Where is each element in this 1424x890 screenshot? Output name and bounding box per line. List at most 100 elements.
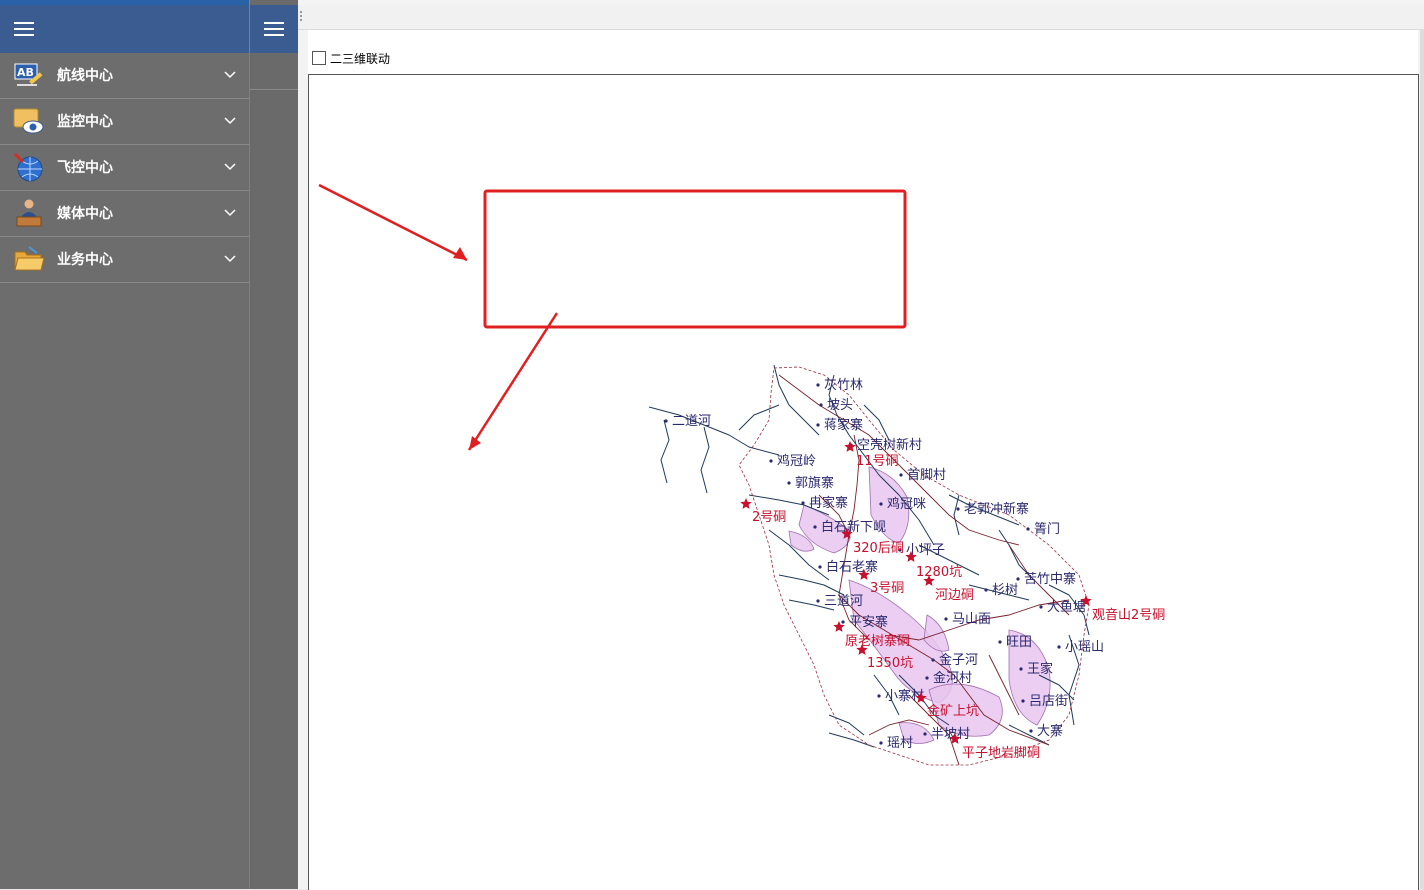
sidebar: AB 航线中心 监控中心 飞控中心 媒体中心 业务中心 (0, 0, 249, 889)
svg-text:AB: AB (17, 66, 34, 79)
place-label: 蒋家寨 (824, 417, 863, 433)
mine-label: 2号硐 (752, 510, 786, 525)
place-label: 白石新下岘 (821, 519, 886, 535)
place-dot (899, 473, 903, 477)
place-dot (998, 640, 1002, 644)
place-dot (769, 459, 773, 463)
place-dot (1026, 527, 1030, 531)
map-canvas[interactable]: 灰竹林坡头蒋家寨 二道河空壳树新村鸡冠岭首脚村郭旗寨冉家寨 鸡冠咪 老郭冲新寨白石新下… (309, 75, 1418, 890)
place-dot (1039, 605, 1043, 609)
place-label: 杉树 (992, 583, 1018, 598)
sidebar-menu: AB 航线中心 监控中心 飞控中心 媒体中心 业务中心 (0, 53, 249, 283)
menu-toggle-icon[interactable] (264, 22, 284, 36)
mine-label: 320后硐 (853, 541, 904, 556)
ab-pencil-icon: AB (14, 63, 43, 86)
place-dot (923, 732, 927, 736)
place-label: 吕店街 (1029, 694, 1068, 709)
mine-star-icon[interactable] (844, 441, 856, 452)
sync-2d-3d-label: 二三维联动 (330, 51, 391, 66)
place-label: 箐门 (1034, 522, 1060, 537)
place-label: 二道河 (672, 414, 711, 429)
sidebar-item-label: 监控中心 (57, 114, 113, 130)
sidebar-item-business-center[interactable]: 业务中心 (0, 237, 249, 283)
mine-label: 原老树寨硐 (845, 633, 910, 649)
place-label: 郭旗寨 (795, 475, 834, 491)
place-dot (956, 507, 960, 511)
place-label: 大鱼塘 (1047, 599, 1086, 615)
sidebar-item-label: 业务中心 (57, 252, 113, 268)
main-content: 二三维联动 灰竹林 坡头 蒋家寨 二道河 空壳树新村 鸡冠岭 首脚村 郭旗寨 冉… (298, 0, 1424, 890)
place-dot (1016, 577, 1020, 581)
toolbar (298, 5, 1424, 30)
place-label: 平安寨 (849, 614, 888, 630)
scrollbar[interactable] (1420, 29, 1424, 889)
chevron-down-icon (224, 255, 236, 263)
place-dot (664, 419, 668, 423)
place-dot (813, 525, 817, 529)
highlight-box (483, 189, 907, 329)
mine-label: 1350坑 (867, 656, 913, 671)
place-label: 金河村 (933, 670, 972, 686)
sidebar-item-route-center[interactable]: AB 航线中心 (0, 53, 249, 99)
place-dot (819, 403, 823, 407)
folder-icon (14, 246, 45, 271)
place-label: 白石老寨 (826, 559, 878, 575)
chevron-down-icon (224, 163, 236, 171)
mine-label: 观音山2号硐 (1092, 607, 1165, 623)
sidebar-item-media-center[interactable]: 媒体中心 (0, 191, 249, 237)
drag-handle-icon[interactable] (300, 11, 303, 25)
place-label: 王家 (1027, 661, 1053, 677)
mine-label: 11号硐 (856, 454, 899, 469)
arrow-head (469, 436, 481, 450)
menu-toggle-icon[interactable] (14, 22, 34, 36)
sync-2d-3d-toggle[interactable]: 二三维联动 (312, 50, 390, 66)
place-dot (1057, 645, 1061, 649)
place-dot (879, 741, 883, 745)
place-dot (925, 676, 929, 680)
place-dot (879, 502, 883, 506)
place-label: 首脚村 (907, 467, 946, 483)
place-label: 冉家寨 (809, 495, 848, 511)
mine-label: 河边硐 (935, 588, 974, 603)
sync-2d-3d-checkbox[interactable] (312, 51, 326, 65)
divider (250, 89, 299, 90)
place-label: 金子河 (939, 652, 978, 668)
place-label: 三道河 (824, 594, 863, 609)
place-label: 旺田 (1006, 635, 1032, 650)
place-dot (816, 383, 820, 387)
place-label: 苦竹中寨 (1024, 571, 1076, 587)
mine-label: 3号硐 (870, 581, 904, 596)
sidebar-item-monitor-center[interactable]: 监控中心 (0, 99, 249, 145)
place-dot (931, 658, 935, 662)
place-label: 鸡冠岭 (777, 453, 816, 469)
place-label: 瑶村 (887, 736, 913, 751)
sidebar-header (0, 5, 249, 53)
mine-star-icon[interactable] (740, 498, 752, 509)
annotation-overlay (318, 183, 907, 451)
place-label: 老郭冲新寨 (964, 501, 1029, 517)
arrow-line (467, 312, 559, 451)
mine-label: 平子地岩脚硐 (962, 745, 1040, 761)
place-label: 空壳树新村 (857, 437, 922, 453)
chevron-down-icon (224, 117, 236, 125)
place-label: 小瑶山 (1065, 640, 1104, 655)
sidebar-item-label: 媒体中心 (57, 206, 113, 222)
place-label: 鸡冠咪 (887, 496, 926, 512)
place-dot (1021, 699, 1025, 703)
place-label: 灰竹林 (824, 378, 863, 393)
sidebar-item-flight-control-center[interactable]: 飞控中心 (0, 145, 249, 191)
place-label: 大寨 (1037, 723, 1063, 739)
place-label: 马山面 (952, 612, 991, 627)
place-dot (1029, 729, 1033, 733)
mine-label: 金矿上坑 (927, 703, 979, 719)
chevron-down-icon (224, 71, 236, 79)
place-dot (877, 694, 881, 698)
map-view[interactable]: 灰竹林 坡头 蒋家寨 二道河 空壳树新村 鸡冠岭 首脚村 郭旗寨 冉家寨 鸡冠咪 老郭冲新寨 白石新下… (308, 74, 1419, 890)
sidebar-item-label: 航线中心 (57, 68, 113, 84)
place-label: 半坡村 (931, 727, 970, 742)
place-dot (841, 620, 845, 624)
place-dot (1019, 667, 1023, 671)
globe-icon (13, 152, 43, 182)
mine-label: 1280坑 (916, 565, 962, 580)
chevron-down-icon (224, 209, 236, 217)
